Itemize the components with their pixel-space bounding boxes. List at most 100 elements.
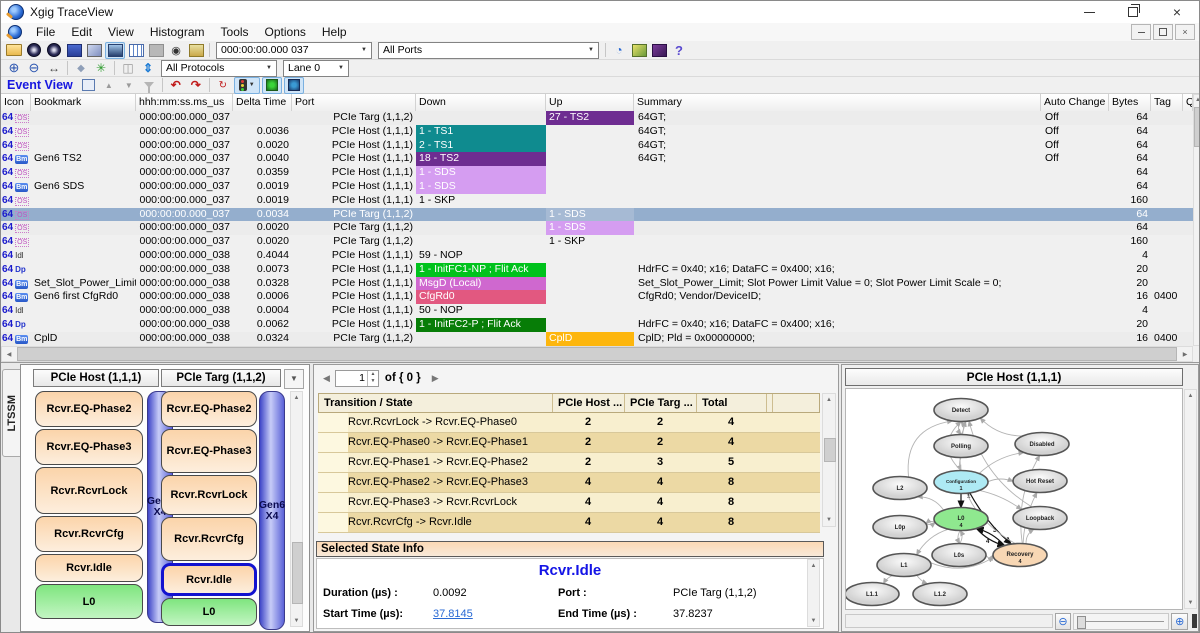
table-row[interactable]: 64BmGen6 SDS000:00:00.000_0370.0019PCIe … xyxy=(1,180,1193,194)
slider-thumb[interactable] xyxy=(1077,616,1086,629)
zoom-out-icon[interactable] xyxy=(25,61,43,76)
table-row[interactable]: 64BmGen6 TS2000:00:00.000_0370.0040PCIe … xyxy=(1,152,1193,166)
column-header-up[interactable]: Up xyxy=(546,94,634,111)
undo-jump-icon[interactable] xyxy=(167,78,185,93)
table-row[interactable]: 64OS000:00:00.000_0370.0020PCIe Host (1,… xyxy=(1,139,1193,153)
transition-row[interactable]: Rcvr.EQ-Phase3 -> Rcvr.RcvrLock448 xyxy=(318,493,820,513)
table-row[interactable]: 64BmSet_Slot_Power_Limit000:00:00.000_03… xyxy=(1,277,1193,291)
table-row[interactable]: 64Dp000:00:00.000_0380.0062PCIe Host (1,… xyxy=(1,318,1193,332)
table-row[interactable]: 64OS000:00:00.000_0370.0034PCIe Targ (1,… xyxy=(1,208,1193,222)
select-tool-icon[interactable] xyxy=(80,78,98,93)
table-row[interactable]: 64BmCplD000:00:00.000_0380.0324PCIe Targ… xyxy=(1,332,1193,346)
menu-item-view[interactable]: View xyxy=(100,25,142,39)
mdi-minimize-button[interactable] xyxy=(1131,24,1151,40)
menu-item-edit[interactable]: Edit xyxy=(63,25,100,39)
ltssm-state-l0[interactable]: L0 xyxy=(35,584,143,619)
protocols-combobox[interactable]: All Protocols ▼ xyxy=(161,60,277,77)
ltssm-port-button[interactable]: PCIe Host (1,1,1) xyxy=(33,369,159,387)
chart-icon[interactable] xyxy=(187,43,205,58)
transition-row[interactable]: Rcvr.RcvrLock -> Rcvr.EQ-Phase0224 xyxy=(318,413,820,433)
repeat-icon[interactable] xyxy=(214,78,232,93)
ltssm-scrollbar[interactable]: ▲ ▼ xyxy=(290,391,303,627)
table-row[interactable]: 64OS000:00:00.000_0370.0019PCIe Host (1,… xyxy=(1,194,1193,208)
transition-table-header[interactable]: Transition / StatePCIe Host ...PCIe Targ… xyxy=(318,393,820,413)
diagram-node-l11[interactable]: L1.1 xyxy=(846,583,899,606)
transition-column-3[interactable]: Total xyxy=(697,394,767,412)
redo-jump-icon[interactable] xyxy=(187,78,205,93)
transition-scrollbar[interactable]: ▲ ▼ xyxy=(822,393,836,527)
expert-icon[interactable] xyxy=(630,43,648,58)
panel-resize-handle[interactable] xyxy=(1192,614,1197,628)
diagram-horizontal-scrollbar[interactable] xyxy=(845,614,1053,628)
trace-table-header[interactable]: IconBookmarkhhh:mm:ss.ms_usDelta TimePor… xyxy=(1,94,1193,112)
cd-trace-icon[interactable] xyxy=(25,43,43,58)
column-header-qu[interactable]: Qu xyxy=(1183,94,1193,111)
diagram-node-disabled[interactable]: Disabled xyxy=(1015,433,1069,456)
ltssm-state-l0[interactable]: L0 xyxy=(161,598,257,626)
diagram-node-l1[interactable]: L1 xyxy=(877,554,931,577)
trigger-clock-icon[interactable] xyxy=(610,43,628,58)
column-header-port[interactable]: Port xyxy=(292,94,416,111)
menu-item-help[interactable]: Help xyxy=(314,25,355,39)
prev-event-icon[interactable] xyxy=(100,78,118,93)
mdi-restore-button[interactable] xyxy=(1153,24,1173,40)
column-header-icon[interactable]: Icon xyxy=(1,94,31,111)
diagram-node-l0s[interactable]: L0s xyxy=(932,544,986,567)
restore-button[interactable] xyxy=(1111,1,1155,23)
scroll-up-icon[interactable]: ▲ xyxy=(291,392,302,403)
tag-icon[interactable] xyxy=(72,61,90,76)
copy-icon[interactable] xyxy=(85,43,103,58)
sync-scroll-icon[interactable] xyxy=(139,61,157,76)
scroll-up-icon[interactable]: ▲ xyxy=(823,394,835,406)
open-icon[interactable] xyxy=(5,43,23,58)
column-header-tag[interactable]: Tag xyxy=(1151,94,1183,111)
close-button[interactable]: × xyxy=(1155,1,1199,23)
diagram-node-hotreset[interactable]: Hot Reset xyxy=(1013,470,1067,493)
page-spinbox[interactable]: 1 ▲▼ xyxy=(335,370,379,387)
tab-ltssm[interactable]: LTSSM xyxy=(2,369,21,457)
marker-green-icon[interactable] xyxy=(262,77,282,94)
filter-purple-icon[interactable] xyxy=(650,43,668,58)
info-scrollbar[interactable]: ▲ ▼ xyxy=(807,559,820,627)
transition-row[interactable]: Rcvr.EQ-Phase1 -> Rcvr.EQ-Phase2235 xyxy=(318,453,820,473)
scroll-down-icon[interactable]: ▼ xyxy=(291,615,302,626)
scroll-down-icon[interactable]: ▼ xyxy=(808,615,819,626)
ltssm-state-rcvr-rcvrlock[interactable]: Rcvr.RcvrLock xyxy=(161,475,257,515)
ltssm-state-rcvr-idle[interactable]: Rcvr.Idle xyxy=(161,563,257,596)
scrollbar-thumb[interactable] xyxy=(17,347,1177,361)
diagram-node-loopback[interactable]: Loopback xyxy=(1013,507,1067,530)
traffic-light-icon[interactable]: ▼ xyxy=(234,77,260,94)
table-row[interactable]: 64BmGen6 first CfgRd0000:00:00.000_0380.… xyxy=(1,290,1193,304)
marker-blue-icon[interactable] xyxy=(284,77,304,94)
column-header-summary[interactable]: Summary xyxy=(634,94,1041,111)
transition-row[interactable]: Rcvr.EQ-Phase2 -> Rcvr.EQ-Phase3448 xyxy=(318,473,820,493)
diagram-scrollbar[interactable]: ▲ ▼ xyxy=(1184,389,1197,609)
lane-combobox[interactable]: Lane 0 ▼ xyxy=(283,60,349,77)
column-header-hhh-mm-ss-ms-us[interactable]: hhh:mm:ss.ms_us xyxy=(136,94,233,111)
menu-item-file[interactable]: File xyxy=(28,25,63,39)
filter-icon[interactable] xyxy=(140,78,158,93)
column-header-auto-change[interactable]: Auto Change xyxy=(1041,94,1109,111)
diagram-zoom-slider[interactable] xyxy=(1073,613,1169,630)
column-header-delta-time[interactable]: Delta Time xyxy=(233,94,292,111)
scrollbar-thumb[interactable] xyxy=(1194,107,1200,147)
menu-item-histogram[interactable]: Histogram xyxy=(142,25,213,39)
clock-icon[interactable] xyxy=(167,43,185,58)
diagram-zoom-out-icon[interactable]: ⊖ xyxy=(1055,613,1072,630)
nav-prev-icon[interactable]: ◀ xyxy=(318,373,335,384)
scroll-up-icon[interactable]: ▲ xyxy=(1185,390,1196,401)
grid-view-icon[interactable] xyxy=(127,43,145,58)
scroll-down-icon[interactable]: ▼ xyxy=(823,514,835,526)
scrollbar-thumb[interactable] xyxy=(292,542,303,604)
column-header-bytes[interactable]: Bytes xyxy=(1109,94,1151,111)
ltssm-state-rcvr-rcvrcfg[interactable]: Rcvr.RcvrCfg xyxy=(35,516,143,552)
fit-width-icon[interactable] xyxy=(45,61,63,76)
diagram-node-l0[interactable]: L04 xyxy=(934,508,988,531)
transition-row[interactable]: Rcvr.RcvrCfg -> Rcvr.Idle448 xyxy=(318,513,820,533)
ltssm-state-rcvr-eq-phase2[interactable]: Rcvr.EQ-Phase2 xyxy=(35,391,143,427)
save-icon[interactable] xyxy=(65,43,83,58)
diagram-node-configuration[interactable]: Configuration1 xyxy=(934,471,988,494)
trace-horizontal-scrollbar[interactable]: ◀ ▶ xyxy=(1,346,1193,362)
scroll-up-icon[interactable]: ▲ xyxy=(1194,95,1200,105)
nav-next-icon[interactable]: ▶ xyxy=(427,373,444,384)
